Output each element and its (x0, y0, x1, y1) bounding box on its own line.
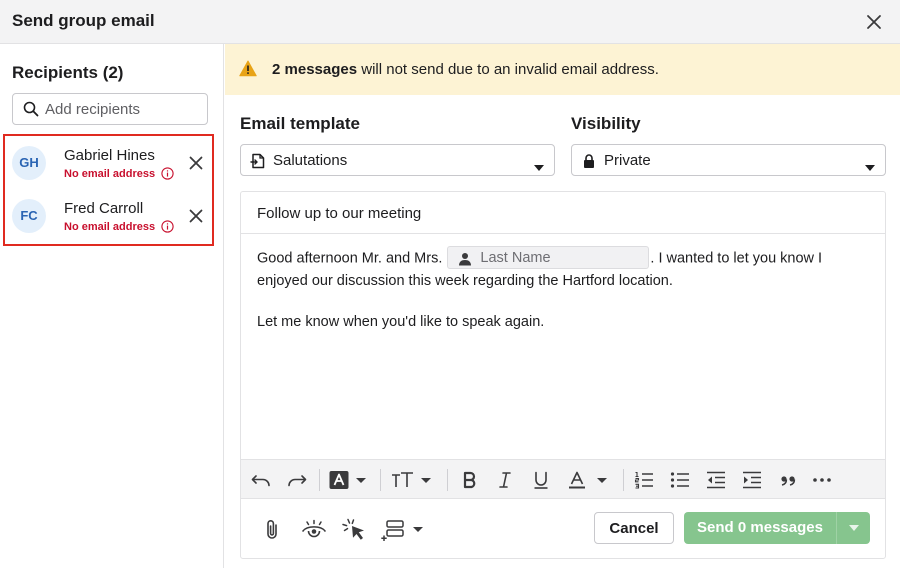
send-messages-button[interactable]: Send 0 messages (684, 512, 836, 544)
template-value: Salutations (273, 152, 348, 169)
formatting-toolbar (241, 459, 885, 499)
email-template-select[interactable]: Salutations (240, 144, 555, 176)
recipient-list: GH Gabriel Hines No email address FC Fre… (3, 134, 214, 246)
info-icon[interactable] (161, 220, 174, 233)
lock-icon (581, 153, 597, 169)
email-composer: 2 messages will not send due to an inval… (225, 44, 900, 568)
chevron-down-icon[interactable] (419, 470, 433, 490)
remove-recipient-icon[interactable] (188, 155, 204, 171)
recipient-name: Fred Carroll (64, 200, 144, 217)
toolbar-divider (447, 469, 448, 491)
recipient-item: FC Fred Carroll No email address (5, 192, 211, 242)
chevron-down-icon[interactable] (411, 518, 425, 542)
recipients-panel: Recipients (2) GH Gabriel Hines No email… (0, 44, 224, 568)
dialog-header: Send group email (0, 0, 900, 44)
template-icon (250, 153, 266, 169)
visibility-value: Private (604, 152, 651, 169)
subject-text: Follow up to our meeting (257, 205, 422, 222)
info-icon[interactable] (161, 167, 174, 180)
paperclip-icon[interactable] (261, 518, 285, 542)
insert-field-icon[interactable] (381, 518, 407, 542)
toolbar-divider (623, 469, 624, 491)
body-paragraph: Let me know when you'd like to speak aga… (257, 314, 545, 331)
indent-icon[interactable] (741, 470, 763, 490)
remove-recipient-icon[interactable] (188, 208, 204, 224)
numbered-list-icon[interactable] (633, 470, 655, 490)
bulleted-list-icon[interactable] (669, 470, 691, 490)
chevron-down-icon (849, 525, 859, 531)
warning-icon (239, 60, 257, 77)
no-email-warning: No email address (64, 168, 156, 180)
close-icon[interactable] (864, 12, 884, 32)
recipients-heading: Recipients (2) (12, 63, 124, 82)
avatar: GH (12, 146, 46, 180)
search-icon (23, 101, 39, 117)
email-editor: Follow up to our meeting Good afternoon … (240, 191, 886, 559)
visibility-label: Visibility (571, 114, 641, 133)
add-recipients-input[interactable] (45, 94, 203, 124)
chevron-down-icon[interactable] (595, 470, 609, 490)
blockquote-icon[interactable] (777, 470, 799, 490)
banner-count: 2 messages (272, 61, 358, 78)
toolbar-divider (319, 469, 320, 491)
banner-text: 2 messages will not send due to an inval… (272, 61, 659, 78)
person-icon (458, 251, 472, 266)
text-highlight-icon[interactable] (328, 470, 350, 490)
invalid-email-banner: 2 messages will not send due to an inval… (225, 44, 900, 95)
redo-icon[interactable] (286, 470, 308, 490)
more-options-icon[interactable] (811, 470, 833, 490)
italic-icon[interactable] (494, 470, 516, 490)
click-tracking-icon[interactable] (342, 518, 368, 542)
avatar: FC (12, 199, 46, 233)
add-recipients-field[interactable] (12, 93, 208, 125)
visibility-select[interactable]: Private (571, 144, 886, 176)
recipient-name: Gabriel Hines (64, 147, 155, 164)
merge-field-label: Last Name (480, 250, 551, 266)
subject-field[interactable]: Follow up to our meeting (241, 192, 885, 234)
no-email-warning: No email address (64, 221, 156, 233)
banner-message: will not send due to an invalid email ad… (357, 61, 659, 78)
email-template-label: Email template (240, 114, 360, 133)
chevron-down-icon (865, 158, 875, 171)
undo-icon[interactable] (250, 470, 272, 490)
text-color-icon[interactable] (566, 470, 588, 490)
dialog-title: Send group email (12, 11, 155, 30)
eye-tracking-icon[interactable] (301, 518, 327, 542)
chevron-down-icon[interactable] (354, 470, 368, 490)
font-size-icon[interactable] (390, 470, 416, 490)
toolbar-divider (380, 469, 381, 491)
outdent-icon[interactable] (705, 470, 727, 490)
recipient-item: GH Gabriel Hines No email address (5, 139, 211, 189)
send-split-button: Send 0 messages (684, 512, 870, 544)
send-options-button[interactable] (837, 512, 870, 544)
composer-footer: Cancel Send 0 messages (241, 500, 885, 558)
merge-field-last-name[interactable]: Last Name (447, 246, 650, 269)
bold-icon[interactable] (458, 470, 480, 490)
email-body[interactable]: Good afternoon Mr. and Mrs. Last Name . … (257, 246, 872, 334)
body-text: Good afternoon Mr. and Mrs. (257, 250, 443, 267)
cancel-button[interactable]: Cancel (594, 512, 674, 544)
underline-icon[interactable] (530, 470, 552, 490)
chevron-down-icon (534, 158, 544, 171)
